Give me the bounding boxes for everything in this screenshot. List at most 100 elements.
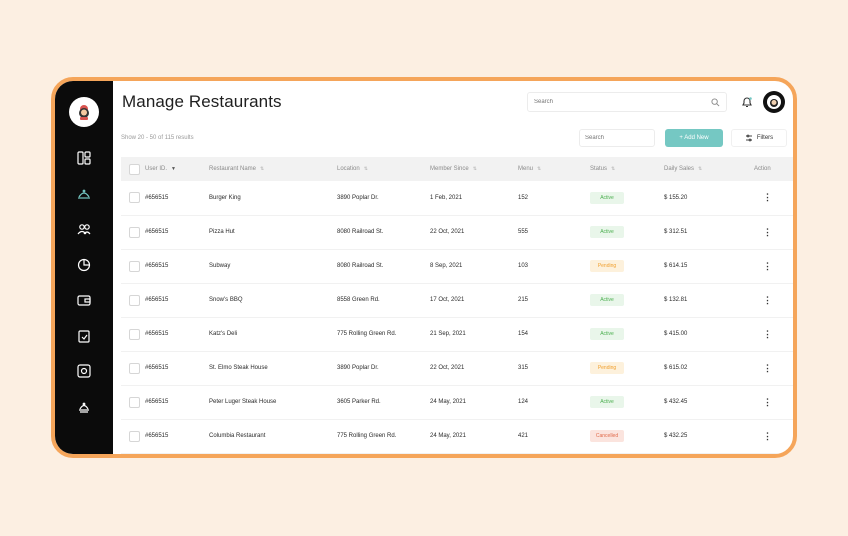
cell-daily-sales: $ 615.02 bbox=[664, 365, 688, 371]
row-actions-button[interactable]: ⋮ bbox=[742, 317, 793, 351]
dashboard-icon bbox=[77, 151, 91, 165]
user-avatar[interactable] bbox=[763, 91, 785, 113]
select-all-checkbox[interactable] bbox=[129, 163, 140, 175]
row-actions-button[interactable]: ⋮ bbox=[742, 249, 793, 283]
search-icon[interactable] bbox=[711, 97, 720, 107]
cell-restaurant-name: Snow's BBQ bbox=[209, 297, 243, 303]
row-actions-button[interactable]: ⋮ bbox=[742, 351, 793, 385]
sidebar-item-users[interactable] bbox=[69, 214, 99, 244]
chef-icon bbox=[79, 402, 89, 413]
sort-icon[interactable]: ⇅ bbox=[611, 166, 615, 172]
status-badge: Cancelled bbox=[590, 430, 624, 442]
column-header-menu[interactable]: Menu ⇅ bbox=[518, 157, 590, 181]
table-row[interactable]: #656515 Peter Luger Steak House 3605 Par… bbox=[121, 385, 793, 419]
sidebar-item-dashboard[interactable] bbox=[69, 143, 99, 173]
column-header-restaurant-name[interactable]: Restaurant Name ⇅ bbox=[209, 157, 337, 181]
restaurants-table: User ID. ▼ Restaurant Name ⇅ Location ⇅ Mem… bbox=[121, 157, 793, 454]
sort-icon[interactable]: ⇅ bbox=[364, 166, 368, 172]
avatar-icon bbox=[767, 95, 781, 109]
table-row[interactable]: #656515 Snow's BBQ 8558 Green Rd. 17 Oct… bbox=[121, 283, 793, 317]
cell-member-since: 22 Oct, 2021 bbox=[430, 365, 465, 371]
row-actions-button[interactable]: ⋮ bbox=[742, 215, 793, 249]
table-row[interactable]: #656515 Pizza Hut 8080 Railroad St. 22 O… bbox=[121, 215, 793, 249]
cell-daily-sales: $ 312.51 bbox=[664, 229, 688, 235]
column-header-status[interactable]: Status ⇅ bbox=[590, 157, 664, 181]
cell-menu: 555 bbox=[518, 229, 529, 235]
status-badge: Active bbox=[590, 226, 624, 238]
table-row[interactable]: #656515 Columbia Restaurant 775 Rolling … bbox=[121, 419, 793, 453]
sidebar-item-wallet[interactable] bbox=[69, 285, 99, 315]
global-search-input[interactable] bbox=[534, 99, 711, 105]
cell-user-id: #656515 bbox=[145, 331, 169, 337]
row-checkbox[interactable] bbox=[129, 260, 140, 272]
cell-menu: 154 bbox=[518, 331, 529, 337]
row-actions-button[interactable]: ⋮ bbox=[742, 419, 793, 453]
cell-restaurant-name: Pizza Hut bbox=[209, 229, 235, 235]
sort-desc-icon[interactable]: ▼ bbox=[171, 166, 176, 172]
cell-location: 3890 Poplar Dr. bbox=[337, 365, 379, 371]
table-toolbar: Show 20 - 50 of 115 results + Add New Fi… bbox=[121, 123, 793, 153]
filters-label: Filters bbox=[756, 135, 774, 141]
filters-button[interactable]: Filters bbox=[731, 129, 787, 147]
table-search[interactable] bbox=[579, 129, 663, 147]
row-checkbox[interactable] bbox=[129, 294, 140, 306]
sidebar-item-chef[interactable] bbox=[69, 392, 99, 422]
sidebar-item-analytics[interactable] bbox=[69, 250, 99, 280]
row-checkbox[interactable] bbox=[129, 192, 140, 204]
cell-member-since: 1 Feb, 2021 bbox=[430, 194, 463, 201]
pie-chart-icon bbox=[77, 258, 91, 271]
status-badge: Pending bbox=[590, 260, 624, 272]
status-badge: Active bbox=[590, 396, 624, 408]
column-header-location[interactable]: Location ⇅ bbox=[337, 157, 430, 181]
table-row[interactable]: #656515 Burger King 3890 Poplar Dr. 1 Fe… bbox=[121, 181, 793, 215]
row-checkbox[interactable] bbox=[129, 396, 140, 408]
column-header-daily-sales[interactable]: Daily Sales ⇅ bbox=[664, 157, 742, 181]
column-header-member-since[interactable]: Member Since ⇅ bbox=[430, 157, 518, 181]
sidebar-item-restaurants[interactable] bbox=[69, 179, 99, 209]
sort-icon[interactable]: ⇅ bbox=[698, 166, 702, 172]
row-checkbox[interactable] bbox=[129, 328, 140, 340]
row-actions-button[interactable]: ⋮ bbox=[742, 385, 793, 419]
users-icon bbox=[77, 224, 91, 235]
cell-menu: 215 bbox=[518, 297, 529, 303]
column-header-user-id[interactable]: User ID. ▼ bbox=[145, 157, 209, 181]
sort-icon[interactable]: ⇅ bbox=[260, 166, 264, 172]
cell-location: 3605 Parker Rd. bbox=[337, 399, 381, 405]
sort-icon[interactable]: ⇅ bbox=[473, 166, 477, 172]
top-bar: Manage Restaurants bbox=[121, 81, 793, 123]
row-checkbox[interactable] bbox=[129, 362, 140, 374]
cell-member-since: 24 May, 2021 bbox=[430, 399, 466, 405]
sort-icon[interactable]: ⇅ bbox=[537, 166, 541, 172]
cell-member-since: 21 Sep, 2021 bbox=[430, 331, 466, 337]
row-checkbox[interactable] bbox=[129, 226, 140, 238]
cell-user-id: #656515 bbox=[145, 365, 169, 371]
app-window: Manage Restaurants Show 20 - 50 of 115 r… bbox=[51, 77, 797, 458]
chef-logo-icon[interactable] bbox=[69, 97, 99, 127]
status-badge: Pending bbox=[590, 362, 624, 374]
cell-restaurant-name: St. Elmo Steak House bbox=[209, 365, 268, 371]
column-header-action: Action bbox=[754, 166, 771, 172]
sidebar-item-settings[interactable] bbox=[69, 356, 99, 386]
cell-restaurant-name: Columbia Restaurant bbox=[209, 433, 266, 439]
global-search[interactable] bbox=[527, 92, 727, 112]
cell-restaurant-name: Peter Luger Steak House bbox=[209, 399, 277, 405]
cell-restaurant-name: Subway bbox=[209, 263, 231, 269]
table-row[interactable]: #656515 Katz's Deli 775 Rolling Green Rd… bbox=[121, 317, 793, 351]
bell-icon bbox=[742, 97, 752, 108]
filter-icon bbox=[745, 134, 752, 142]
cell-daily-sales: $ 432.45 bbox=[664, 399, 688, 405]
row-actions-button[interactable]: ⋮ bbox=[742, 181, 793, 215]
cell-user-id: #656515 bbox=[145, 229, 169, 235]
table-row[interactable]: #656515 St. Elmo Steak House 3890 Poplar… bbox=[121, 351, 793, 385]
table-row[interactable]: #656515 Subway 8080 Railroad St. 8 Sep, … bbox=[121, 249, 793, 283]
cell-location: 8080 Railroad St. bbox=[337, 263, 384, 269]
notification-button[interactable] bbox=[735, 90, 759, 114]
table-search-input[interactable] bbox=[585, 135, 663, 141]
cell-location: 775 Rolling Green Rd. bbox=[337, 433, 397, 439]
row-actions-button[interactable]: ⋮ bbox=[742, 283, 793, 317]
status-badge: Active bbox=[590, 294, 624, 306]
row-checkbox[interactable] bbox=[129, 430, 140, 442]
sidebar-item-tasks[interactable] bbox=[69, 321, 99, 351]
cell-location: 8558 Green Rd. bbox=[337, 297, 380, 303]
add-new-button[interactable]: + Add New bbox=[665, 129, 723, 147]
